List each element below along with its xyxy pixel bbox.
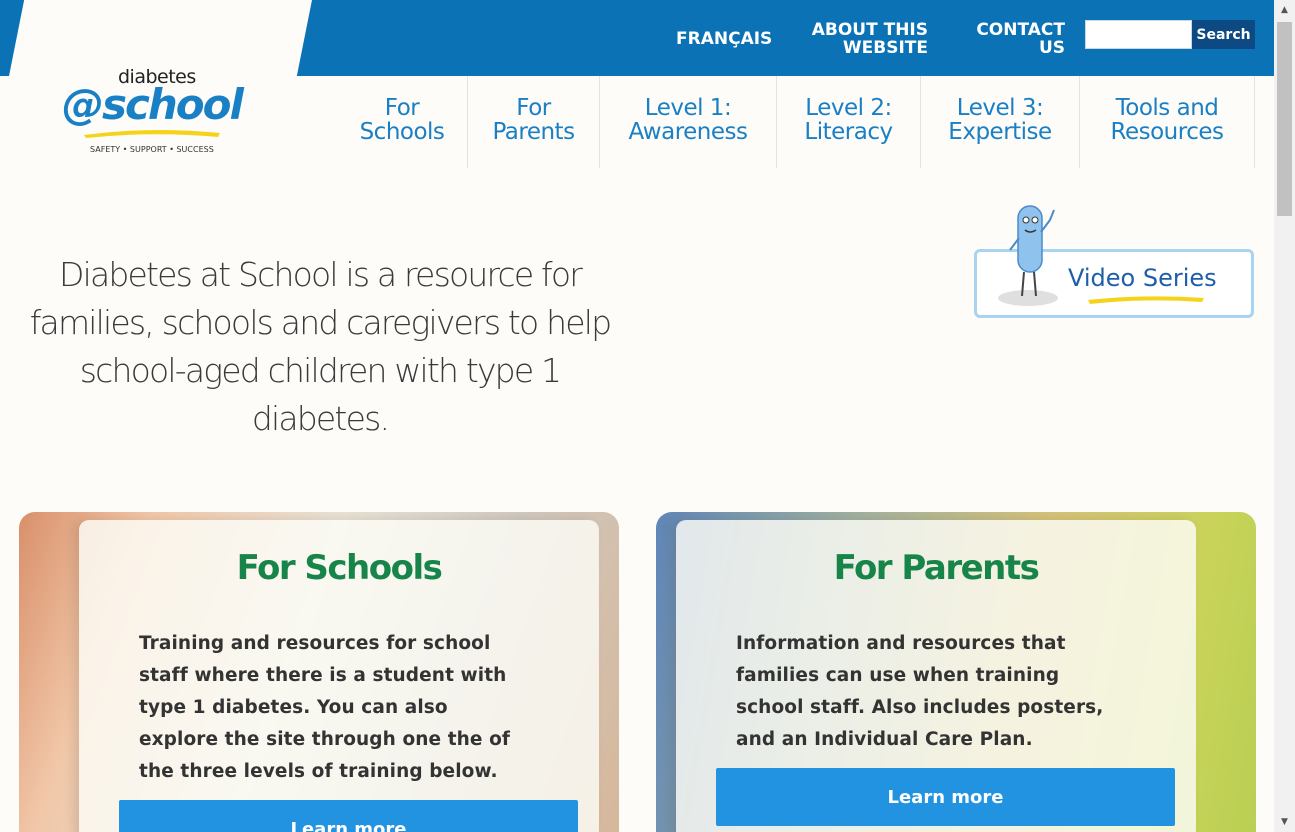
for-parents-learn-more-button[interactable]: Learn more	[716, 768, 1175, 826]
card-description: Training and resources for school staff …	[139, 633, 511, 782]
video-series-underline-icon	[1088, 296, 1204, 304]
video-series-banner[interactable]: Video Series	[974, 202, 1254, 320]
vertical-scrollbar[interactable]: ▲ ▼	[1274, 0, 1295, 832]
nav-label-line2: Literacy	[804, 119, 893, 145]
search-input[interactable]	[1085, 20, 1192, 49]
contact-us-link[interactable]: CONTACT US	[970, 21, 1065, 57]
nav-label-line1: Tools and	[1115, 95, 1219, 121]
french-language-link[interactable]: FRANÇAIS	[676, 30, 772, 48]
card-title: For Schools	[236, 548, 443, 588]
nav-level1-awareness[interactable]: Level 1: Awareness	[600, 76, 777, 168]
about-website-link[interactable]: ABOUT THIS WEBSITE	[800, 21, 928, 57]
nav-label-line2: Expertise	[948, 119, 1052, 145]
nav-for-parents[interactable]: For Parents	[468, 76, 600, 168]
nav-label-line1: For	[516, 95, 551, 121]
mascot-icon	[998, 205, 1058, 306]
nav-label-line1: Level 1:	[644, 95, 732, 121]
nav-tools-resources[interactable]: Tools and Resources	[1080, 76, 1255, 168]
nav-label-line1: Level 3:	[956, 95, 1044, 121]
for-schools-card: For Schools Training and resources for s…	[19, 512, 619, 832]
for-schools-learn-more-button[interactable]: Learn more	[119, 800, 578, 832]
for-parents-card: For Parents Information and resources th…	[656, 512, 1256, 832]
video-series-label: Video Series	[1068, 264, 1217, 292]
nav-for-schools[interactable]: For Schools	[337, 76, 468, 168]
search-button[interactable]: Search	[1192, 20, 1255, 49]
hero-intro-text: Diabetes at School is a resource for fam…	[29, 255, 612, 438]
card-panel: For Parents Information and resources th…	[676, 520, 1196, 832]
nav-label-line1: For	[384, 95, 420, 121]
nav-label-line2: Schools	[359, 119, 445, 145]
nav-label-line2: Resources	[1110, 119, 1224, 145]
scroll-up-arrow-icon[interactable]: ▲	[1274, 0, 1295, 20]
scroll-down-arrow-icon[interactable]: ▼	[1274, 812, 1295, 832]
nav-level3-expertise[interactable]: Level 3: Expertise	[921, 76, 1080, 168]
card-panel: For Schools Training and resources for s…	[79, 520, 599, 832]
card-description: Information and resources that families …	[736, 633, 1104, 750]
nav-level2-literacy[interactable]: Level 2: Literacy	[777, 76, 921, 168]
logo-tagline: SAFETY • SUPPORT • SUCCESS	[90, 145, 214, 154]
logo-wordmark-main: @school	[62, 80, 244, 129]
nav-label-line2: Parents	[492, 119, 575, 145]
logo-swoosh-icon	[84, 129, 220, 138]
card-title: For Parents	[833, 548, 1040, 588]
nav-label-line1: Level 2:	[805, 95, 892, 121]
main-navigation: For Schools For Parents Level 1: Awareness …	[337, 76, 1255, 168]
scrollbar-thumb[interactable]	[1277, 22, 1292, 216]
nav-label-line2: Awareness	[628, 119, 748, 145]
site-logo[interactable]: diabetes @school SAFETY • SUPPORT • SUCC…	[60, 64, 244, 160]
